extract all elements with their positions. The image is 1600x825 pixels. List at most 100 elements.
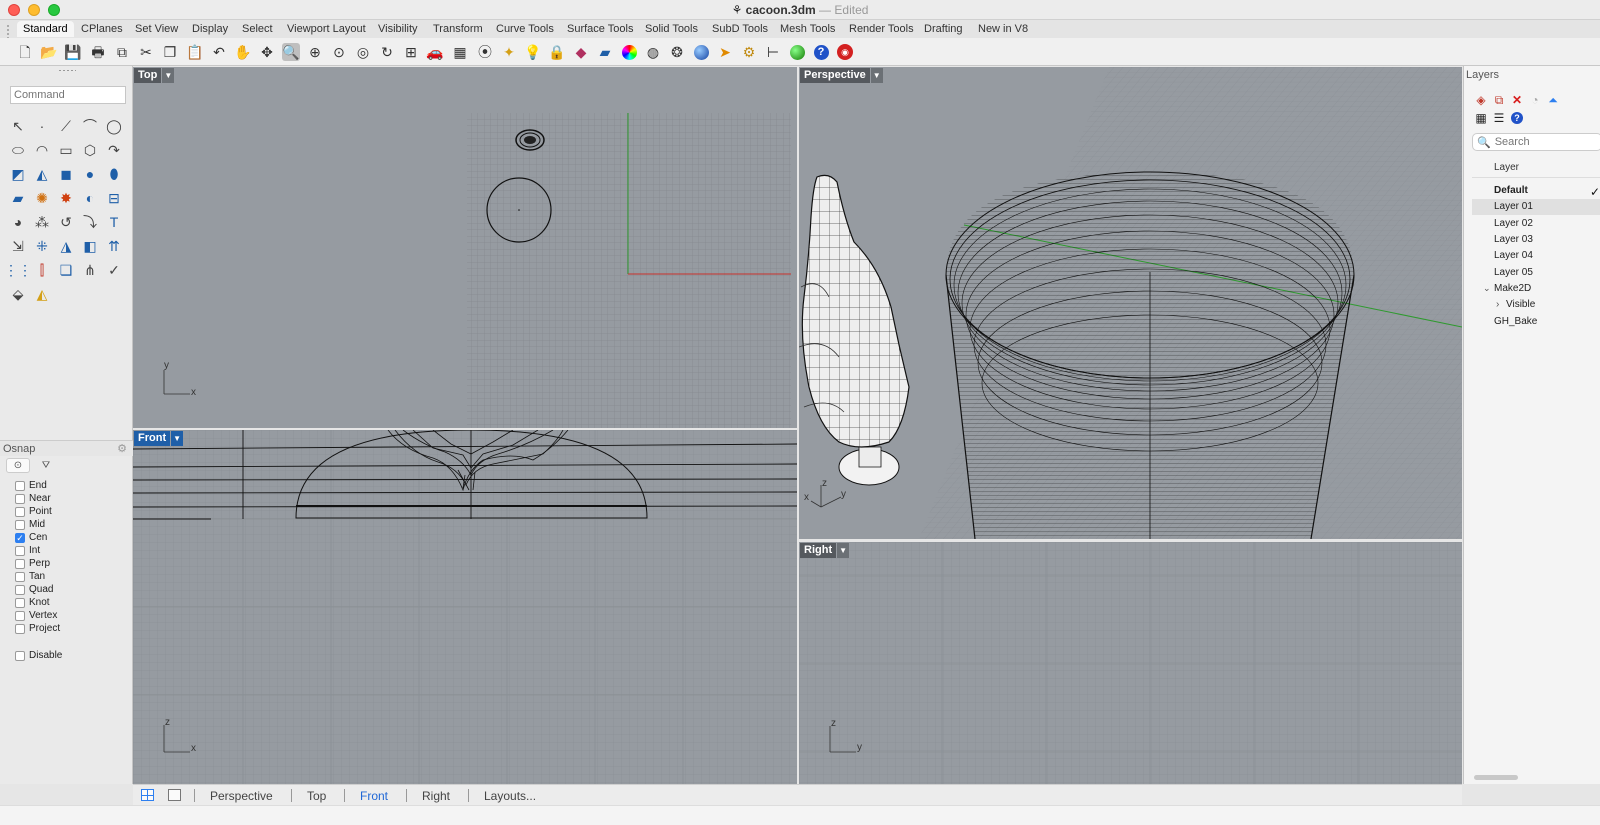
osnap-knot-checkbox[interactable]	[15, 597, 25, 608]
fillet-curve-icon[interactable]: ↷	[104, 140, 124, 160]
zoom-target-icon[interactable]: ◎	[354, 43, 372, 61]
layer-help-icon[interactable]: ?	[1510, 111, 1524, 125]
osnap-near-checkbox[interactable]	[15, 493, 25, 504]
select-arrow-icon[interactable]: ↖	[8, 116, 28, 136]
perspective-cocoon-object[interactable]	[799, 174, 910, 486]
globe-icon[interactable]	[788, 43, 806, 61]
rectangle-icon[interactable]: ▭	[56, 140, 76, 160]
top-viewport-chevron-down-icon[interactable]: ▼	[162, 68, 175, 83]
top-viewport-label[interactable]: Top ▼	[134, 68, 175, 83]
rotate-view-icon[interactable]: ✥	[258, 43, 276, 61]
layers-horizontal-scrollbar[interactable]	[1474, 775, 1518, 780]
osnap-item-quad[interactable]: Quad	[15, 583, 53, 596]
four-view-layout-icon[interactable]	[141, 789, 154, 801]
ellipse-icon[interactable]: ⬭	[8, 140, 28, 160]
split-icon[interactable]: ⋔	[80, 260, 100, 280]
osnap-int-checkbox[interactable]	[15, 545, 25, 556]
osnap-tan-checkbox[interactable]	[15, 571, 25, 582]
tab-cplanes[interactable]: CPlanes	[81, 23, 123, 35]
undo-icon[interactable]: ↶	[210, 43, 228, 61]
point-icon[interactable]: ·	[32, 116, 52, 136]
grid-array-icon[interactable]: ⋮⋮	[4, 260, 32, 280]
layer-table-icon[interactable]: ▦	[1474, 111, 1488, 125]
help-icon[interactable]: ?	[812, 43, 830, 61]
bend-icon[interactable]: ⤵	[80, 212, 100, 232]
osnap-perp-checkbox[interactable]	[15, 558, 25, 569]
box-icon[interactable]: ◼	[56, 164, 76, 184]
rhino-logo-icon[interactable]: ◉	[836, 43, 854, 61]
tab-transform[interactable]: Transform	[433, 23, 483, 35]
zoom-extents-icon[interactable]: ⊕	[306, 43, 324, 61]
layer-row-layer-04[interactable]: Layer 04	[1472, 248, 1600, 264]
right-viewport-title[interactable]: Right	[800, 543, 837, 558]
viewport-tab-right[interactable]: Right	[422, 789, 450, 803]
perspective-cylinder-object[interactable]	[945, 171, 1355, 539]
zoom-window-icon[interactable]: 🔍	[282, 43, 300, 61]
top-viewport[interactable]: x y Top ▼	[133, 67, 797, 428]
layer-row-visible[interactable]: › Visible	[1472, 297, 1600, 313]
tab-mesh-tools[interactable]: Mesh Tools	[780, 23, 835, 35]
tab-drafting[interactable]: Drafting	[924, 23, 963, 35]
block-icon[interactable]: ◧	[80, 236, 100, 256]
layer-row-default[interactable]: Default ✓	[1472, 183, 1600, 199]
analyze-icon[interactable]: ⬙	[8, 284, 28, 304]
osnap-filter-tab-icon[interactable]: ⛛	[34, 458, 58, 473]
pan-hand-icon[interactable]: ✋	[234, 43, 252, 61]
osnap-item-perp[interactable]: Perp	[15, 557, 50, 570]
front-viewport-label[interactable]: Front ▼	[134, 431, 184, 446]
layer-row-make2d[interactable]: ⌄ Make2D	[1472, 281, 1600, 297]
osnap-item-tan[interactable]: Tan	[15, 570, 45, 583]
new-document-icon[interactable]: 🗋	[16, 43, 34, 61]
right-viewport-label[interactable]: Right ▼	[800, 543, 850, 558]
osnap-item-point[interactable]: Point	[15, 505, 52, 518]
open-folder-icon[interactable]: 📂	[40, 43, 58, 61]
curve-icon[interactable]: ⌒	[80, 116, 100, 136]
osnap-project-checkbox[interactable]	[15, 623, 25, 634]
expand-chevron-right-icon[interactable]: ›	[1496, 299, 1499, 310]
front-viewport-chevron-down-icon[interactable]: ▼	[171, 431, 184, 446]
tab-display[interactable]: Display	[192, 23, 228, 35]
layer-row-gh-bake[interactable]: GH_Bake	[1472, 314, 1600, 330]
copy-icon[interactable]: ❐	[161, 43, 179, 61]
material-icon[interactable]: ▰	[596, 43, 614, 61]
network-icon[interactable]: ⁂	[32, 212, 52, 232]
osnap-settings-gear-icon[interactable]: ⚙	[117, 442, 127, 455]
snap-target-icon[interactable]: ⦿	[476, 43, 494, 61]
loft-icon[interactable]: ⊟	[104, 188, 124, 208]
surface-icon[interactable]: ◩	[8, 164, 28, 184]
move-layer-up-icon[interactable]: ⏶	[1546, 93, 1560, 107]
top-viewport-title[interactable]: Top	[134, 68, 162, 83]
right-viewport-chevron-down-icon[interactable]: ▼	[837, 543, 850, 558]
light-icon[interactable]: ✦	[500, 43, 518, 61]
layer-column-header[interactable]: Layer	[1472, 158, 1600, 178]
import-icon[interactable]: ⧉	[113, 43, 131, 61]
perspective-viewport-label[interactable]: Perspective ▼	[800, 68, 883, 83]
layer-search-box[interactable]: 🔍	[1472, 133, 1600, 151]
new-layer-icon[interactable]: ◈	[1474, 93, 1488, 107]
command-input[interactable]	[10, 86, 126, 104]
layer-stack-icon[interactable]: ❏	[56, 260, 76, 280]
tab-surface-tools[interactable]: Surface Tools	[567, 23, 633, 35]
render-sphere-icon[interactable]: ❂	[668, 43, 686, 61]
rotate-icon[interactable]: ↺	[56, 212, 76, 232]
tab-standard[interactable]: Standard	[17, 21, 74, 37]
array-icon[interactable]: ⁜	[32, 236, 52, 256]
tab-curve-tools[interactable]: Curve Tools	[496, 23, 554, 35]
perspective-viewport-chevron-down-icon[interactable]: ▼	[870, 68, 883, 83]
zoom-selected-icon[interactable]: ⊙	[330, 43, 348, 61]
save-icon[interactable]: 💾	[64, 43, 82, 61]
circle-icon[interactable]: ◯	[104, 116, 124, 136]
new-sublayer-icon[interactable]: ⧉	[1492, 93, 1506, 107]
tab-viewport-layout[interactable]: Viewport Layout	[287, 23, 366, 35]
expand-chevron-down-icon[interactable]: ⌄	[1483, 283, 1491, 294]
settings-gear-icon[interactable]: ⚙	[740, 43, 758, 61]
osnap-item-near[interactable]: Near	[15, 492, 51, 505]
tab-visibility[interactable]: Visibility	[378, 23, 418, 35]
explode-icon[interactable]: ✸	[56, 188, 76, 208]
osnap-mid-checkbox[interactable]	[15, 519, 25, 530]
sphere-icon[interactable]: ●	[80, 164, 100, 184]
front-viewport-title[interactable]: Front	[134, 431, 171, 446]
lock-icon[interactable]: 🔒	[548, 43, 566, 61]
tab-set-view[interactable]: Set View	[135, 23, 178, 35]
osnap-item-end[interactable]: End	[15, 479, 47, 492]
